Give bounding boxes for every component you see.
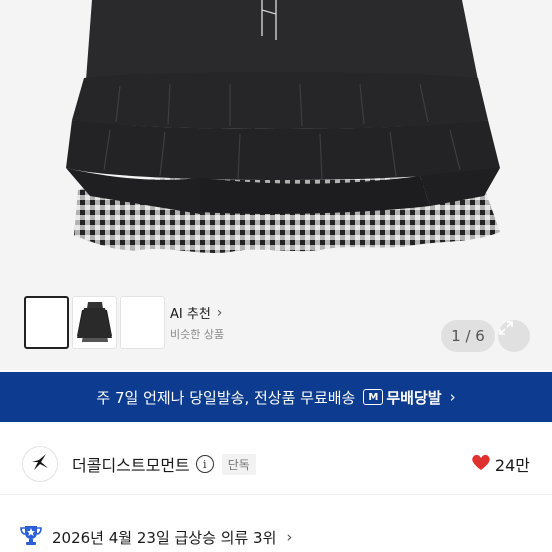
divider xyxy=(0,494,552,495)
shipping-banner-text: 주 7일 언제나 당일발송, 전상품 무료배송 xyxy=(96,388,356,407)
ranking-text: 2026년 4월 23일 급상승 의류 3위 xyxy=(52,528,277,547)
exclusive-badge: 단독 xyxy=(221,453,256,475)
chevron-right-icon: › xyxy=(216,304,223,321)
thumbnail[interactable] xyxy=(77,296,165,349)
ranking-row[interactable]: 2026년 4월 23일 급상승 의류 3위 › xyxy=(0,522,552,552)
ai-recommendation-subtitle: 비슷한 상품 xyxy=(170,328,225,341)
product-page: AI 추천 › 비슷한 상품 1 / 6 주 7일 언제나 당일발송, 전상품 … xyxy=(0,0,552,552)
heart-icon xyxy=(471,453,491,475)
ai-recommendation-title: AI 추천 › xyxy=(170,303,224,323)
truck-icon: M xyxy=(363,389,384,405)
ai-recommendation-link[interactable]: AI 추천 › 비슷한 상품 xyxy=(170,303,224,342)
free-shipping-label: 무배당발 xyxy=(386,388,442,407)
expand-button[interactable] xyxy=(498,320,530,352)
image-counter: 1 / 6 xyxy=(441,320,495,352)
info-icon[interactable]: i xyxy=(195,455,214,473)
brand-name[interactable]: 더콜디스트모먼트 xyxy=(72,452,190,476)
brand-logo[interactable] xyxy=(22,446,58,482)
like-count: 24만 xyxy=(494,456,530,475)
like-button[interactable]: 24만 xyxy=(471,452,530,476)
chevron-right-icon: › xyxy=(449,388,456,406)
thumbnail-strip xyxy=(24,296,165,349)
star-logo-icon xyxy=(30,452,50,476)
free-shipping-badge: M 무배당발 xyxy=(363,387,442,408)
chevron-right-icon: › xyxy=(286,528,293,546)
brand-row: 더콜디스트모먼트 i 단독 24만 xyxy=(0,436,552,492)
product-image-gallery[interactable]: AI 추천 › 비슷한 상품 1 / 6 xyxy=(0,0,552,370)
shipping-banner[interactable]: 주 7일 언제나 당일발송, 전상품 무료배송 M 무배당발 › xyxy=(0,372,552,422)
ai-recommendation-label: AI 추천 xyxy=(170,307,211,322)
trophy-icon xyxy=(20,524,42,550)
